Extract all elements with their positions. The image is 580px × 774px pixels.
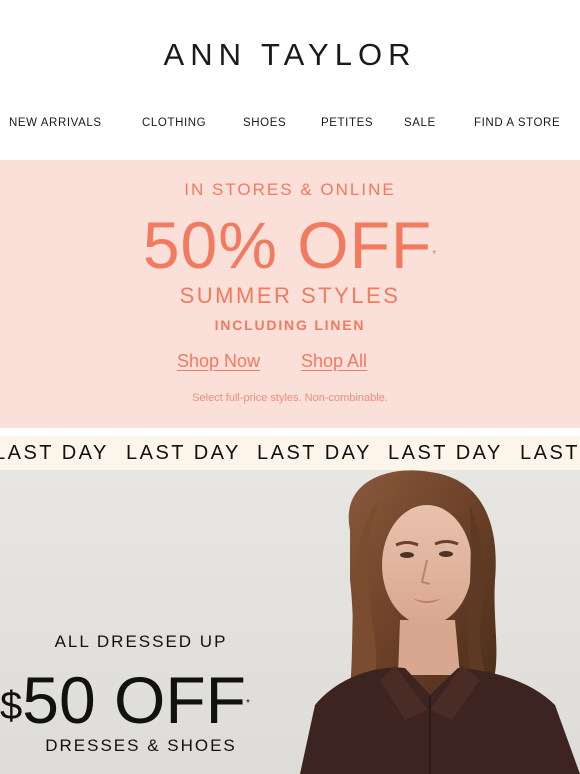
ticker-item: LAST DAY (126, 442, 241, 464)
brand-logo[interactable]: ANN TAYLOR (0, 37, 580, 73)
spacer (0, 428, 580, 436)
promo-headline-text: 50% OFF (142, 208, 433, 282)
promo-subtitle-secondary: INCLUDING LINEN (214, 317, 366, 333)
ticker-item: LAST DAY (257, 442, 372, 464)
hero-amount: 50 OFF (22, 663, 246, 737)
ticker-item: LAST DAY (388, 442, 503, 464)
model-photo (300, 470, 580, 774)
nav-clothing[interactable]: CLOTHING (142, 117, 206, 129)
main-nav: NEW ARRIVALS CLOTHING SHOES PETITES SALE… (0, 117, 580, 133)
nav-sale[interactable]: SALE (404, 117, 436, 129)
hero-eyebrow: ALL DRESSED UP (54, 632, 228, 651)
nav-shoes[interactable]: SHOES (243, 117, 286, 129)
promo-headline: 50% OFF* (0, 206, 580, 284)
ticker-item: LAST DAY (0, 442, 109, 464)
promo-asterisk: * (432, 249, 438, 260)
promo-subtitle: SUMMER STYLES (179, 283, 401, 308)
promo-fine-print: Select full-price styles. Non-combinable… (192, 392, 388, 404)
nav-petites[interactable]: PETITES (321, 117, 373, 129)
promo-banner[interactable]: IN STORES & ONLINE 50% OFF* SUMMER STYLE… (0, 160, 580, 428)
promo-kicker: IN STORES & ONLINE (184, 180, 396, 199)
hero-headline: $50 OFF* (0, 660, 290, 740)
shop-all-link[interactable]: Shop All (301, 351, 367, 372)
shop-now-link[interactable]: Shop Now (177, 351, 260, 372)
hero-banner[interactable]: ALL DRESSED UP $50 OFF* DRESSES & SHOES (0, 470, 580, 774)
email-header: ANN TAYLOR NEW ARRIVALS CLOTHING SHOES P… (0, 0, 580, 160)
ticker-item: LAST DAY (520, 442, 580, 464)
last-day-ticker: LAST DAY LAST DAY LAST DAY LAST DAY LAST… (0, 436, 580, 470)
hero-asterisk: * (245, 698, 250, 709)
nav-find-a-store[interactable]: FIND A STORE (474, 117, 560, 129)
hero-subline: DRESSES & SHOES (45, 736, 237, 755)
currency-symbol: $ (0, 684, 23, 728)
nav-new-arrivals[interactable]: NEW ARRIVALS (9, 117, 102, 129)
